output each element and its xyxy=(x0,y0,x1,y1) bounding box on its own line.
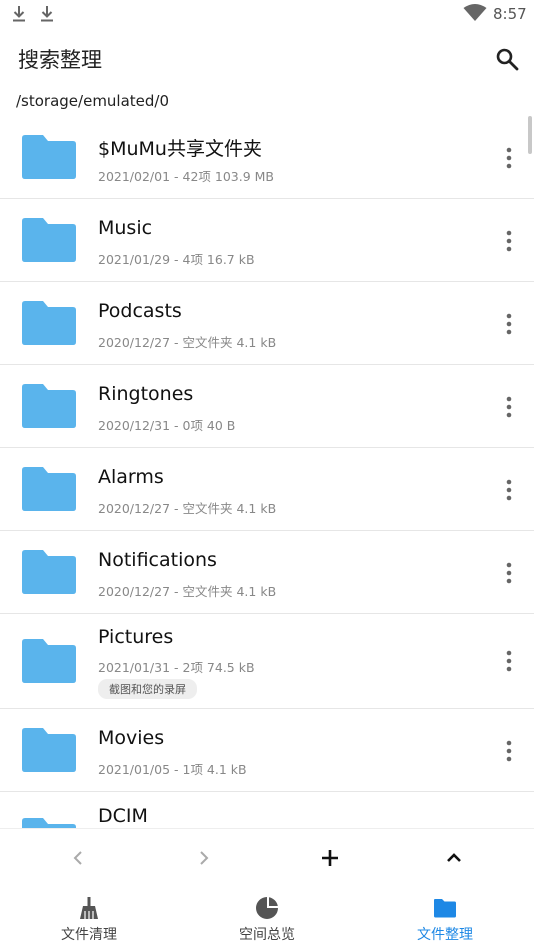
list-item[interactable]: Podcasts 2020/12/27 - 空文件夹 4.1 kB xyxy=(0,282,534,365)
chevron-up-icon[interactable] xyxy=(442,846,466,870)
file-name: Movies xyxy=(98,727,165,749)
breadcrumb[interactable]: /storage/emulated/0 xyxy=(16,92,169,110)
app-header: 搜索整理 xyxy=(0,28,534,88)
folder-icon xyxy=(22,639,76,683)
nav-label: 空间总览 xyxy=(239,927,295,943)
add-icon[interactable] xyxy=(318,846,342,870)
file-meta: 2020/12/27 - 空文件夹 4.1 kB xyxy=(98,335,277,350)
folder-icon xyxy=(22,301,76,345)
list-item[interactable]: Pictures 2021/01/31 - 2项 74.5 kB 截图和您的录屏 xyxy=(0,614,534,709)
file-name: Pictures xyxy=(98,626,174,648)
list-item[interactable]: $MuMu共享文件夹 2021/02/01 - 42项 103.9 MB xyxy=(0,116,534,199)
page-title: 搜索整理 xyxy=(18,48,102,72)
nav-item-file-clean[interactable]: 文件清理 xyxy=(0,886,178,949)
search-icon[interactable] xyxy=(494,46,520,72)
folder-icon xyxy=(22,467,76,511)
list-item[interactable]: Movies 2021/01/05 - 1项 4.1 kB xyxy=(0,709,534,792)
more-vert-icon[interactable] xyxy=(498,395,520,419)
folder-icon xyxy=(22,384,76,428)
bottom-nav: 文件清理 空间总览 文件整理 xyxy=(0,886,534,949)
pie-chart-icon xyxy=(256,897,278,919)
folder-icon xyxy=(22,550,76,594)
download-icon xyxy=(41,6,53,22)
wifi-icon xyxy=(463,4,487,21)
file-name: DCIM xyxy=(98,805,148,827)
file-meta: 2021/02/01 - 42项 103.9 MB xyxy=(98,169,275,184)
file-meta: 2020/12/27 - 空文件夹 4.1 kB xyxy=(98,584,277,599)
nav-item-space-overview[interactable]: 空间总览 xyxy=(178,886,356,949)
folder-icon xyxy=(22,135,76,179)
more-vert-icon[interactable] xyxy=(498,146,520,170)
bottom-toolbar xyxy=(0,828,534,886)
list-item[interactable]: Music 2021/01/29 - 4项 16.7 kB xyxy=(0,199,534,282)
folder-icon xyxy=(22,218,76,262)
folder-tag: 截图和您的录屏 xyxy=(98,679,197,699)
file-name: Ringtones xyxy=(98,383,194,405)
file-meta: 2020/12/27 - 空文件夹 4.1 kB xyxy=(98,501,277,516)
file-meta: 2021/01/31 - 2项 74.5 kB xyxy=(98,660,255,675)
status-time: 8:57 xyxy=(493,5,527,23)
status-bar: 8:57 xyxy=(0,0,534,28)
nav-label: 文件清理 xyxy=(61,927,117,943)
folder-icon xyxy=(22,728,76,772)
chevron-right-icon[interactable] xyxy=(192,846,216,870)
file-name: Notifications xyxy=(98,549,217,571)
list-item[interactable]: Ringtones 2020/12/31 - 0项 40 B xyxy=(0,365,534,448)
broom-icon xyxy=(80,897,98,919)
nav-item-file-organize[interactable]: 文件整理 xyxy=(356,886,534,949)
more-vert-icon[interactable] xyxy=(498,478,520,502)
file-name: Podcasts xyxy=(98,300,182,322)
more-vert-icon[interactable] xyxy=(498,739,520,763)
file-name: Alarms xyxy=(98,466,164,488)
folder-icon xyxy=(434,899,456,918)
file-name: $MuMu共享文件夹 xyxy=(98,138,262,160)
more-vert-icon[interactable] xyxy=(498,229,520,253)
more-vert-icon[interactable] xyxy=(498,649,520,673)
list-item[interactable]: DCIM xyxy=(0,792,534,828)
file-meta: 2020/12/31 - 0项 40 B xyxy=(98,418,236,433)
list-item[interactable]: Notifications 2020/12/27 - 空文件夹 4.1 kB xyxy=(0,531,534,614)
more-vert-icon[interactable] xyxy=(498,561,520,585)
download-icon xyxy=(13,6,25,22)
file-meta: 2021/01/29 - 4项 16.7 kB xyxy=(98,252,255,267)
folder-icon xyxy=(22,818,76,828)
file-list[interactable]: $MuMu共享文件夹 2021/02/01 - 42项 103.9 MB Mus… xyxy=(0,116,534,828)
nav-label: 文件整理 xyxy=(417,927,473,943)
chevron-left-icon[interactable] xyxy=(66,846,90,870)
more-vert-icon[interactable] xyxy=(498,312,520,336)
file-meta: 2021/01/05 - 1项 4.1 kB xyxy=(98,762,247,777)
list-item[interactable]: Alarms 2020/12/27 - 空文件夹 4.1 kB xyxy=(0,448,534,531)
file-name: Music xyxy=(98,217,153,239)
